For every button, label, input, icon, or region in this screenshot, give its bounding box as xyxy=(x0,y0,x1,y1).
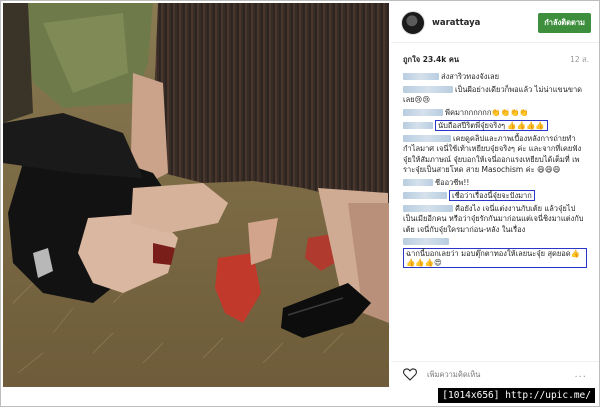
follow-button[interactable]: กำลังติดตาม xyxy=(538,12,591,33)
comment-text: นับถือสปีริตพี่จุ๋ยจริงๆ 👍👍👍👍 xyxy=(435,120,548,131)
post-meta: ถูกใจ 23.4k คน 12 ส. xyxy=(391,43,599,70)
comment-input[interactable] xyxy=(427,370,575,379)
watermark-label: [1014x656] http://upic.me/ xyxy=(438,388,595,403)
comment-item: ส่งสาริวทองจังเลย xyxy=(403,72,587,83)
more-options-icon[interactable]: ... xyxy=(574,369,587,380)
comment-username-blurred[interactable] xyxy=(403,238,449,245)
post-footer: ... xyxy=(391,361,599,387)
comment-text: ชีออวชีพ!! xyxy=(435,177,470,187)
comment-username-blurred[interactable] xyxy=(403,192,447,199)
avatar[interactable] xyxy=(401,10,425,35)
comment-username-blurred[interactable] xyxy=(403,178,433,186)
post-time: 12 ส. xyxy=(570,55,589,64)
post-header: warattaya กำลังติดตาม xyxy=(391,3,599,43)
comment-item: เชื่อว่าเรื่องนี้จุ๋ยจะปังมาก xyxy=(403,190,587,202)
heart-icon[interactable] xyxy=(403,368,417,381)
comment-text: ส่งสาริวทองจังเลย xyxy=(441,72,499,81)
comment-username-blurred[interactable] xyxy=(403,134,451,142)
post-photo xyxy=(3,3,389,387)
comment-username-blurred[interactable] xyxy=(403,108,443,116)
comment-item: นับถือสปีริตพี่จุ๋ยจริงๆ 👍👍👍👍 xyxy=(403,120,587,132)
comment-item: เป็นผีอย่างเดียวก็พอแล้ว ไม่น่าแขนขาดเลย… xyxy=(403,85,587,106)
username-link[interactable]: warattaya xyxy=(432,18,538,28)
comment-item: คือยังไง เจนี่แต่งงานกับเต้ย แล้วจุ๋ยไปเ… xyxy=(403,204,587,236)
comment-username-blurred[interactable] xyxy=(403,122,433,129)
comment-username-blurred[interactable] xyxy=(403,73,439,80)
comment-item: ชีออวชีพ!! xyxy=(403,178,587,189)
instagram-post-window: warattaya กำลังติดตาม ถูกใจ 23.4k คน 12 … xyxy=(0,0,600,407)
comment-text: ฉากนี้บอกเลยว่า มอบตุ๊กตาทองให้เลยนะจุ๋ย… xyxy=(403,247,587,268)
comment-username-blurred[interactable] xyxy=(403,85,453,93)
comment-username-blurred[interactable] xyxy=(403,204,453,212)
comment-list: ส่งสาริวทองจังเลยเป็นผีอย่างเดียวก็พอแล้… xyxy=(391,72,599,268)
comment-item: พีคมากกกกกก👏👏👏👏 xyxy=(403,108,587,119)
comment-item: เคยดูคลิปและภาพเบื้องหลังการถ่ายทำกำไลมา… xyxy=(403,134,587,176)
comment-item: ฉากนี้บอกเลยว่า มอบตุ๊กตาทองให้เลยนะจุ๋ย… xyxy=(403,237,587,268)
comment-text: พีคมากกกกกก👏👏👏👏 xyxy=(445,107,529,117)
comment-text: เชื่อว่าเรื่องนี้จุ๋ยจะปังมาก xyxy=(449,190,535,201)
likes-count[interactable]: ถูกใจ 23.4k คน xyxy=(403,54,459,66)
post-side-panel: warattaya กำลังติดตาม ถูกใจ 23.4k คน 12 … xyxy=(391,3,599,387)
